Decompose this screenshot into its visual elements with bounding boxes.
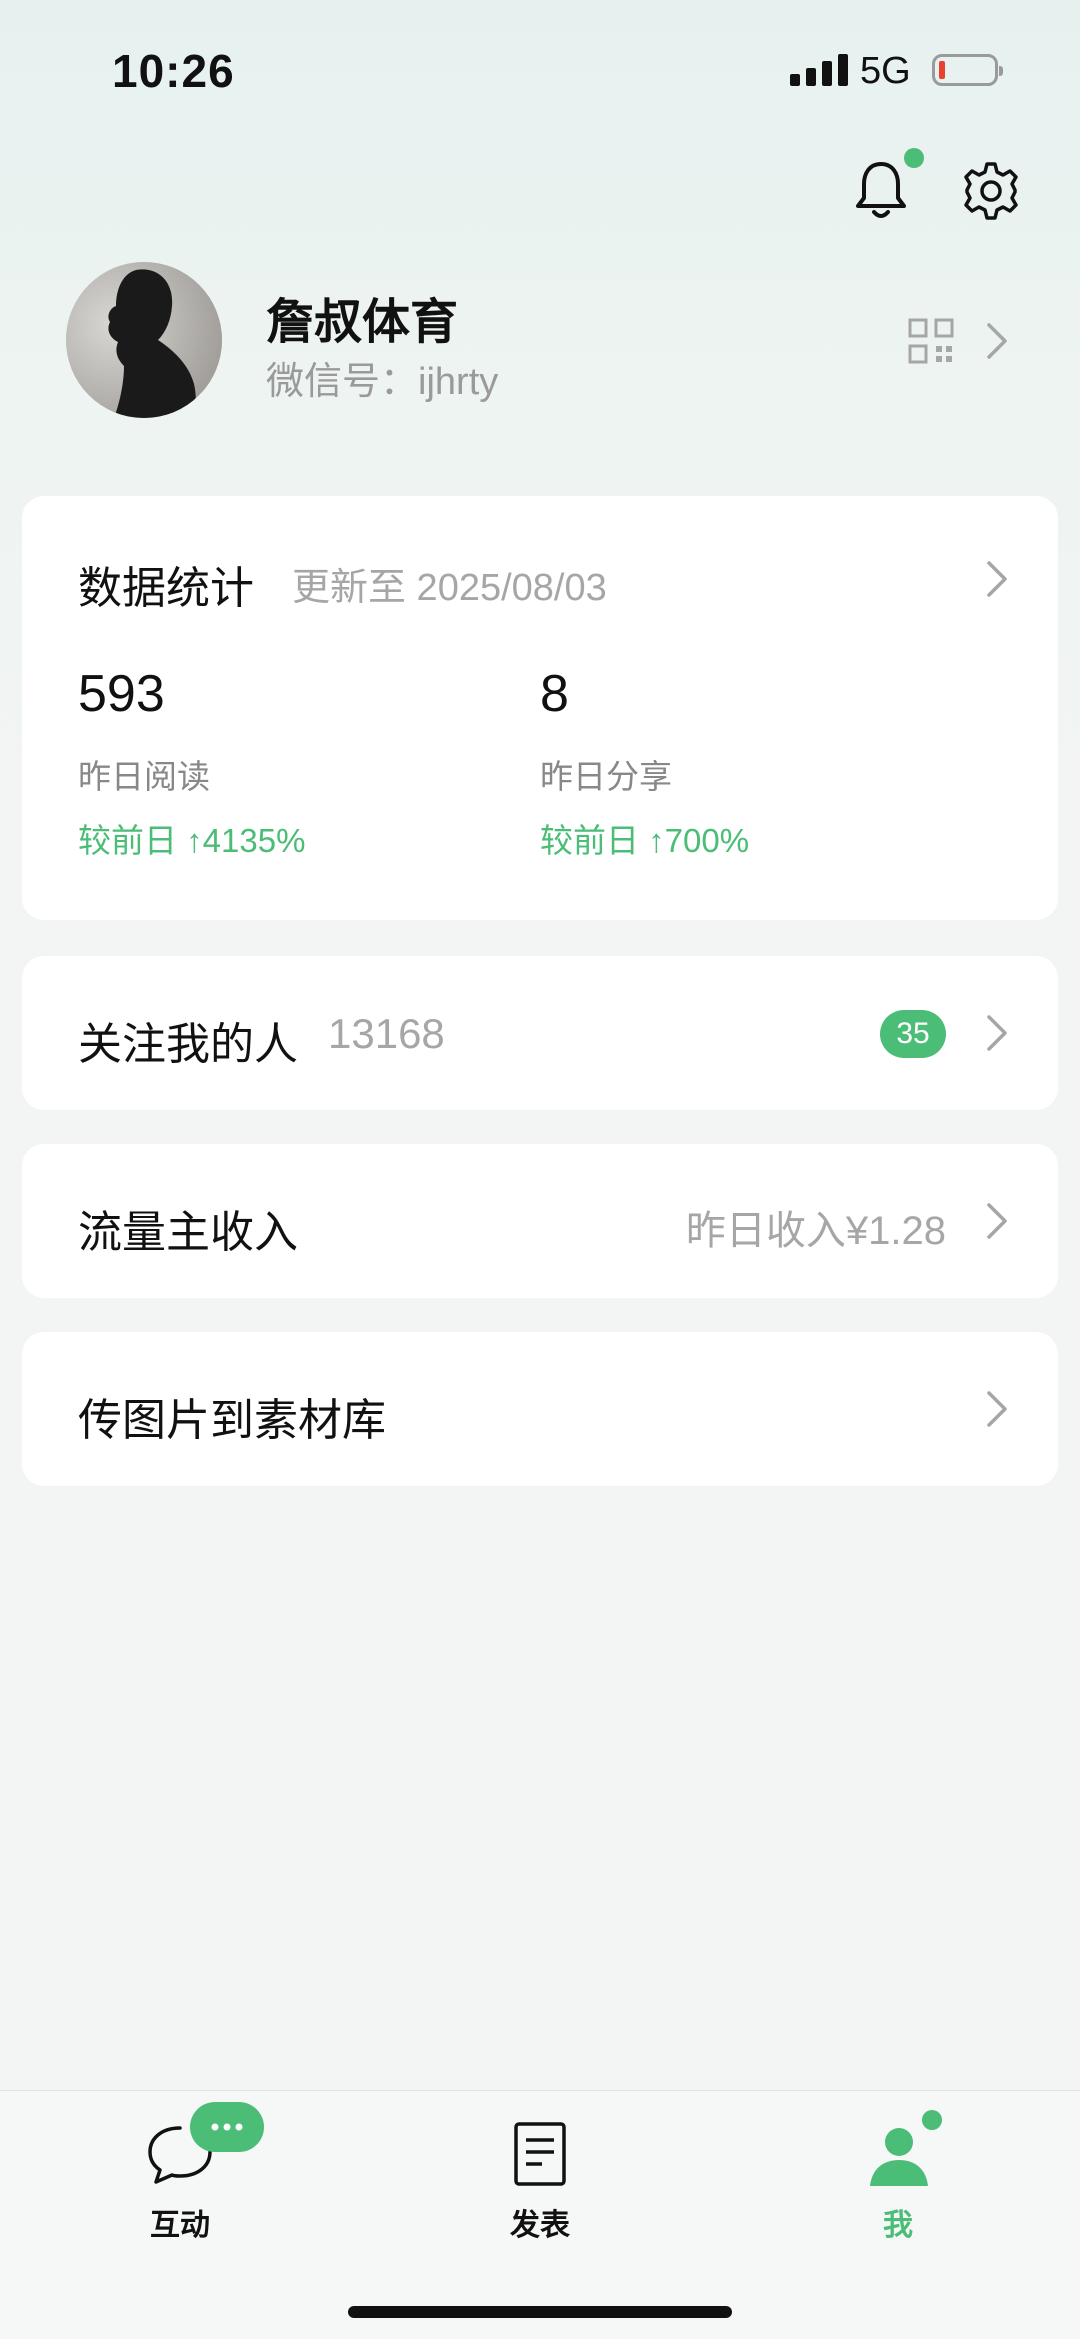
tab-me-dot	[922, 2110, 942, 2130]
notification-dot	[904, 148, 924, 168]
home-indicator[interactable]	[348, 2306, 732, 2318]
status-time: 10:26	[112, 45, 235, 97]
bell-icon	[856, 162, 906, 218]
followers-chevron-right-icon	[986, 1014, 1008, 1052]
signal-icon	[790, 54, 848, 86]
followers-count: 13168	[328, 1010, 445, 1057]
income-detail: 昨日收入¥1.28	[685, 1209, 946, 1253]
profile-chevron-right-icon[interactable]	[986, 322, 1008, 360]
upload-chevron-right-icon	[986, 1390, 1008, 1428]
stats-title: 数据统计	[78, 564, 254, 613]
avatar-silhouette-icon	[66, 262, 222, 418]
tab-publish[interactable]: 发表	[460, 2100, 620, 2242]
stats-chevron-right-icon	[986, 560, 1008, 598]
tab-interact[interactable]: 互动	[100, 2100, 264, 2242]
settings-button[interactable]	[960, 160, 1022, 222]
qr-code-icon	[908, 318, 954, 364]
income-label: 流量主收入	[78, 1208, 298, 1257]
wechat-id-value: ijhrty	[418, 361, 499, 403]
document-icon	[514, 2122, 566, 2186]
stats-updated: 更新至 2025/08/03	[292, 567, 607, 609]
stats-card[interactable]: 数据统计 更新至 2025/08/03 593 昨日阅读 较前日 ↑4135% …	[22, 496, 1058, 920]
stat-change-reads: 较前日 ↑4135%	[78, 822, 306, 859]
stat-value-reads: 593	[78, 665, 165, 723]
tab-label-publish: 发表	[510, 2209, 570, 2242]
battery-icon	[932, 54, 1003, 86]
tab-me[interactable]: 我	[818, 2100, 978, 2242]
stat-value-shares: 8	[540, 665, 569, 723]
stat-label-shares: 昨日分享	[540, 758, 672, 795]
stat-label-reads: 昨日阅读	[78, 758, 210, 795]
notification-bell-button[interactable]	[852, 158, 910, 222]
avatar[interactable]	[66, 262, 222, 418]
person-icon	[870, 2128, 928, 2186]
chat-more-badge	[190, 2102, 264, 2152]
wechat-id-label: 微信号：	[266, 361, 419, 403]
upload-row[interactable]: 传图片到素材库	[22, 1332, 1058, 1486]
network-type: 5G	[860, 50, 911, 92]
followers-row[interactable]: 关注我的人 13168 35	[22, 956, 1058, 1110]
upload-label: 传图片到素材库	[78, 1396, 386, 1445]
followers-label: 关注我的人	[78, 1020, 298, 1069]
tab-label-me: 我	[883, 2209, 913, 2242]
stat-change-shares: 较前日 ↑700%	[540, 822, 750, 859]
gear-icon	[964, 162, 1018, 220]
profile-name: 詹叔体育	[266, 296, 459, 349]
income-chevron-right-icon	[986, 1202, 1008, 1240]
qr-code-button[interactable]	[908, 318, 954, 364]
followers-new-badge: 35	[880, 1010, 946, 1058]
more-dots-icon	[211, 2123, 243, 2131]
wechat-id: 微信号：ijhrty	[266, 350, 498, 405]
tab-label-interact: 互动	[150, 2209, 210, 2242]
income-row[interactable]: 流量主收入 昨日收入¥1.28	[22, 1144, 1058, 1298]
